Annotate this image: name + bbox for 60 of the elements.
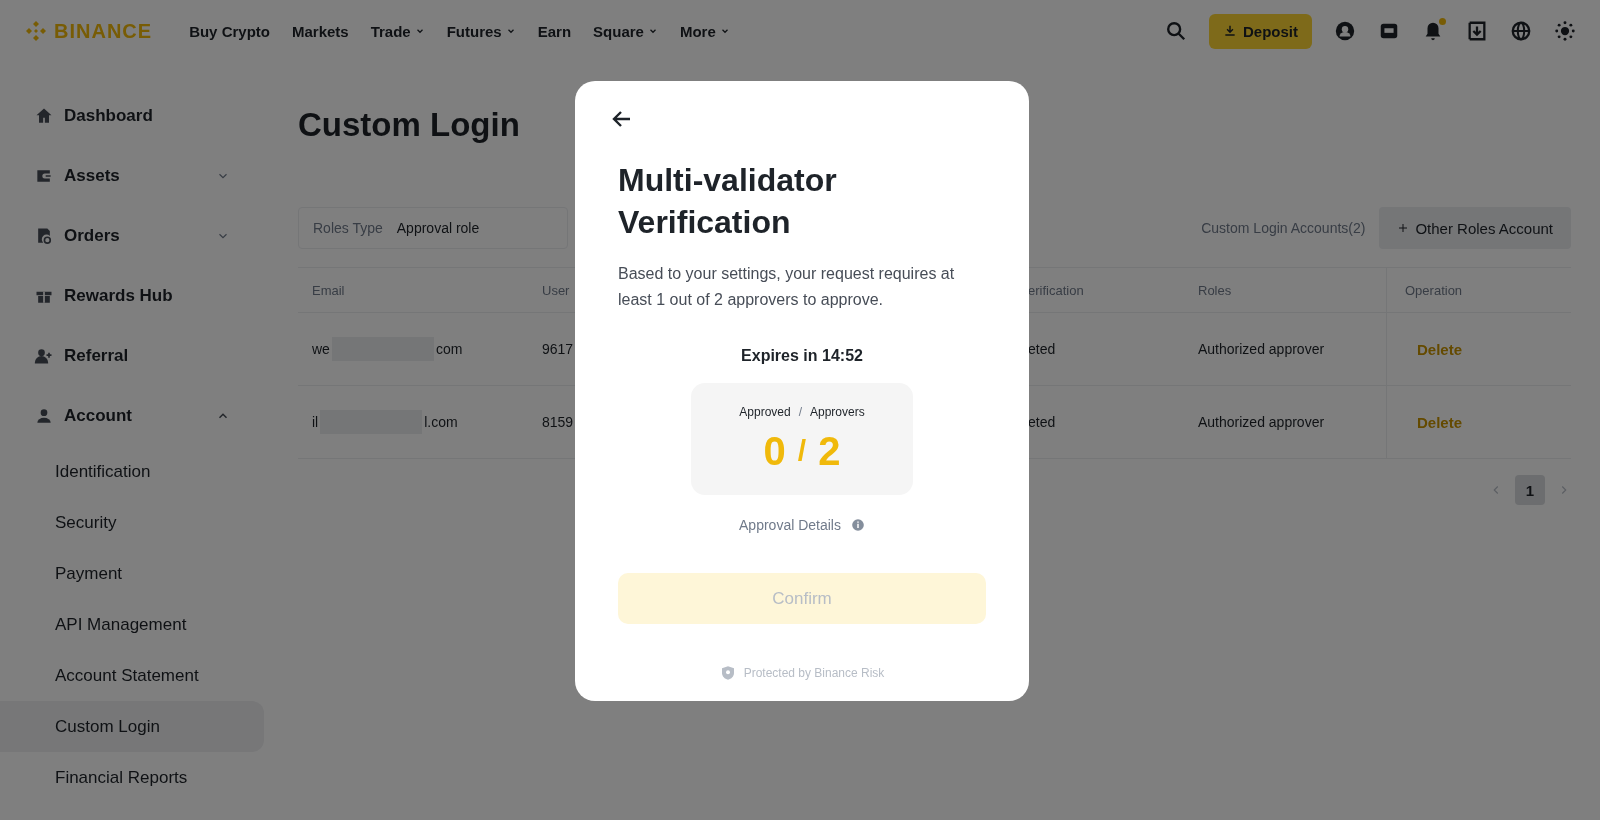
email-start: il: [312, 414, 319, 430]
sidebar-subitem[interactable]: Custom Login: [0, 701, 264, 752]
expiry-timer: Expires in 14:52: [740, 347, 864, 365]
nav-link[interactable]: More: [668, 16, 741, 46]
add-account-button[interactable]: Other Roles Account: [1379, 207, 1571, 249]
deposit-button[interactable]: Deposit: [1209, 13, 1312, 49]
separator: /: [798, 404, 802, 419]
page-button[interactable]: 1: [1515, 475, 1545, 505]
approval-details-link[interactable]: Approval Details: [739, 517, 841, 533]
sidebar-subitem[interactable]: Financial Reports: [0, 752, 264, 803]
column-header: Email: [298, 268, 528, 313]
approved-count: 0: [763, 428, 786, 474]
roles-type-filter[interactable]: Roles Type Approval role: [298, 207, 568, 249]
sidebar-item[interactable]: Dashboard: [0, 86, 264, 146]
info-icon: [850, 518, 865, 532]
download-icon: [1223, 24, 1237, 38]
theme-icon: [1554, 20, 1576, 42]
email-start: we: [312, 341, 330, 357]
download-app-icon: [1466, 20, 1488, 42]
email-end: com: [435, 341, 463, 357]
protection-note: Protected by Binance Risk: [743, 666, 885, 680]
dialog-description: Based to your settings, your request requires at least 1 out of 2 approvers to approve.: [618, 264, 956, 310]
plus-icon: [1397, 222, 1410, 234]
approvers-label: Approvers: [810, 404, 865, 419]
logo-text: BINANCE: [54, 19, 153, 43]
nav-link[interactable]: Earn: [526, 16, 583, 46]
sidebar-subitem[interactable]: API Management: [0, 599, 264, 650]
home-icon: [34, 106, 54, 126]
sidebar-item[interactable]: Account: [0, 386, 264, 446]
nav-link[interactable]: Buy Crypto: [178, 16, 281, 46]
sidebar-subitem[interactable]: Payment: [0, 548, 264, 599]
profile-icon: [1334, 20, 1356, 42]
nav-link[interactable]: Trade: [359, 16, 436, 46]
email-end: l.com: [424, 414, 458, 430]
page-title: Custom Login: [298, 106, 520, 145]
nav-link[interactable]: Futures: [435, 16, 527, 46]
approvers-total: 2: [818, 428, 841, 474]
nav-link[interactable]: Markets: [280, 16, 360, 46]
sidebar-item[interactable]: Rewards Hub: [0, 266, 264, 326]
dialog-title: Multi-validator Verification: [618, 161, 838, 242]
table-cell: Authorized approver: [1198, 313, 1386, 386]
sidebar-subitem[interactable]: Account Statement: [0, 650, 264, 701]
approved-label: Approved: [739, 404, 791, 419]
sidebar-subitem[interactable]: Security: [0, 497, 264, 548]
sidebar-item[interactable]: Referral: [0, 326, 264, 386]
person-icon: [34, 406, 54, 426]
sidebar-item[interactable]: Orders: [0, 206, 264, 266]
nav-link[interactable]: Square: [582, 16, 669, 46]
globe-icon: [1510, 20, 1532, 42]
column-header: Operation: [1386, 268, 1571, 313]
column-header: Roles: [1198, 268, 1386, 313]
sidebar-item[interactable]: Assets: [0, 146, 264, 206]
separator: /: [797, 434, 807, 468]
search-icon: [1165, 20, 1187, 42]
sidebar-subitem[interactable]: Identification: [0, 446, 264, 497]
accounts-count: Custom Login Accounts(2): [1201, 220, 1366, 236]
table-cell: Authorized approver: [1198, 386, 1386, 459]
add-user-icon: [34, 346, 54, 366]
diamond-logo-icon: [24, 19, 48, 43]
shield-icon: [719, 665, 736, 681]
